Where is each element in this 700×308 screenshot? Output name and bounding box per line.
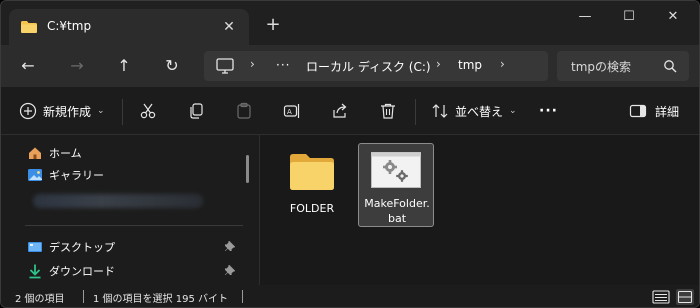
sidebar-item-home[interactable]: ホーム <box>27 143 82 163</box>
desktop-icon <box>28 242 42 252</box>
file-name: MakeFolder.bat <box>364 197 430 225</box>
divider <box>122 99 123 125</box>
paste-icon <box>237 102 251 119</box>
sidebar-item-label: ギャラリー <box>49 169 104 182</box>
divider <box>25 225 243 226</box>
breadcrumb-tmp[interactable]: tmp <box>458 58 482 72</box>
search-box[interactable]: tmpの検索 <box>557 51 689 81</box>
item-count: 2 個の項目 <box>15 294 65 305</box>
sidebar-item-label: デスクトップ <box>49 241 115 254</box>
navigation-bar: ← → ↑ ↻ › ··· ローカル ディスク (C:) › tmp › tmp… <box>1 45 699 87</box>
new-tab-button[interactable]: + <box>263 15 283 35</box>
refresh-button[interactable]: ↻ <box>159 53 185 79</box>
folder-icon <box>290 154 334 190</box>
up-button[interactable]: ↑ <box>111 53 137 79</box>
breadcrumb-overflow[interactable]: ··· <box>276 58 290 72</box>
maximize-button[interactable]: ☐ <box>607 5 651 29</box>
blurred-sidebar-item[interactable] <box>33 194 203 208</box>
search-input[interactable]: tmpの検索 <box>571 58 631 75</box>
paste-button[interactable] <box>235 99 253 123</box>
more-options-button[interactable]: ··· <box>539 99 558 123</box>
title-bar: C:¥tmp ✕ + — ☐ ✕ <box>1 1 699 45</box>
copy-button[interactable] <box>187 99 205 123</box>
new-button-label: 新規作成 <box>43 104 92 119</box>
sidebar-item-downloads[interactable]: ダウンロード <box>27 261 115 281</box>
breadcrumb-separator[interactable]: › <box>500 57 505 71</box>
details-pane-label: 詳細 <box>655 104 680 119</box>
navigation-pane: ホーム ギャラリー デスクトップ ダウンロード <box>1 135 259 285</box>
divider <box>242 290 243 303</box>
divider <box>415 99 416 125</box>
file-item-makefolder-bat[interactable]: MakeFolder.bat <box>358 143 434 227</box>
file-list: FOLDER MakeFolder.bat <box>260 135 699 285</box>
details-pane-button[interactable]: 詳細 <box>629 99 679 123</box>
home-icon <box>29 147 41 159</box>
sidebar-item-label: ダウンロード <box>49 265 115 278</box>
copy-icon <box>190 103 203 119</box>
command-bar: 新規作成 ⌄ A 並べ替え ⌄ ··· 詳細 <box>1 87 699 135</box>
sidebar-scrollbar[interactable] <box>246 155 249 183</box>
sidebar-item-desktop[interactable]: デスクトップ <box>27 237 115 257</box>
tab-close-icon[interactable]: ✕ <box>219 17 239 37</box>
pin-icon[interactable] <box>224 264 236 278</box>
details-view-icon[interactable] <box>651 288 671 306</box>
rename-button[interactable]: A <box>283 99 301 123</box>
rename-icon: A <box>283 104 300 118</box>
computer-icon <box>216 58 234 74</box>
share-button[interactable] <box>331 99 349 123</box>
sidebar-item-gallery[interactable]: ギャラリー <box>27 165 104 185</box>
share-icon <box>333 103 347 118</box>
trash-icon <box>381 103 395 119</box>
pin-icon[interactable] <box>224 240 236 254</box>
file-explorer-window: C:¥tmp ✕ + — ☐ ✕ ← → ↑ ↻ › ··· ローカル ディスク… <box>0 0 700 308</box>
breadcrumb-local-disk[interactable]: ローカル ディスク (C:) <box>306 58 431 75</box>
sort-button[interactable]: 並べ替え ⌄ <box>431 99 517 123</box>
tab-current[interactable]: C:¥tmp ✕ <box>9 9 249 45</box>
details-pane-icon <box>629 104 647 118</box>
delete-button[interactable] <box>379 99 397 123</box>
breadcrumb-separator[interactable]: › <box>250 57 255 71</box>
sidebar-item-label: ホーム <box>49 147 82 160</box>
new-button[interactable]: 新規作成 ⌄ <box>19 99 105 123</box>
forward-button[interactable]: → <box>64 53 90 79</box>
selection-info: 1 個の項目を選択 195 バイト <box>93 294 228 305</box>
file-item-folder[interactable]: FOLDER <box>274 143 350 227</box>
chevron-down-icon: ⌄ <box>509 106 517 116</box>
sort-icon <box>432 104 448 118</box>
back-button[interactable]: ← <box>15 53 41 79</box>
large-icons-view-icon[interactable] <box>675 288 695 306</box>
status-bar: 2 個の項目 1 個の項目を選択 195 バイト <box>1 285 699 307</box>
download-icon <box>29 264 41 279</box>
close-button[interactable]: ✕ <box>651 5 695 29</box>
file-name: FOLDER <box>289 202 335 215</box>
gallery-icon <box>28 169 42 181</box>
batch-file-gears-icon <box>371 152 421 188</box>
divider <box>83 290 84 303</box>
address-bar[interactable]: › ··· ローカル ディスク (C:) › tmp › <box>204 51 548 81</box>
scissors-icon <box>140 103 156 119</box>
sort-button-label: 並べ替え <box>455 104 504 119</box>
plus-circle-icon <box>19 102 37 120</box>
search-icon <box>664 60 677 73</box>
breadcrumb-separator[interactable]: › <box>436 57 441 71</box>
cut-button[interactable] <box>139 99 157 123</box>
minimize-button[interactable]: — <box>563 5 607 29</box>
chevron-down-icon: ⌄ <box>97 106 105 116</box>
folder-icon <box>21 21 37 33</box>
svg-text:A: A <box>287 108 292 116</box>
tab-title: C:¥tmp <box>47 19 92 33</box>
